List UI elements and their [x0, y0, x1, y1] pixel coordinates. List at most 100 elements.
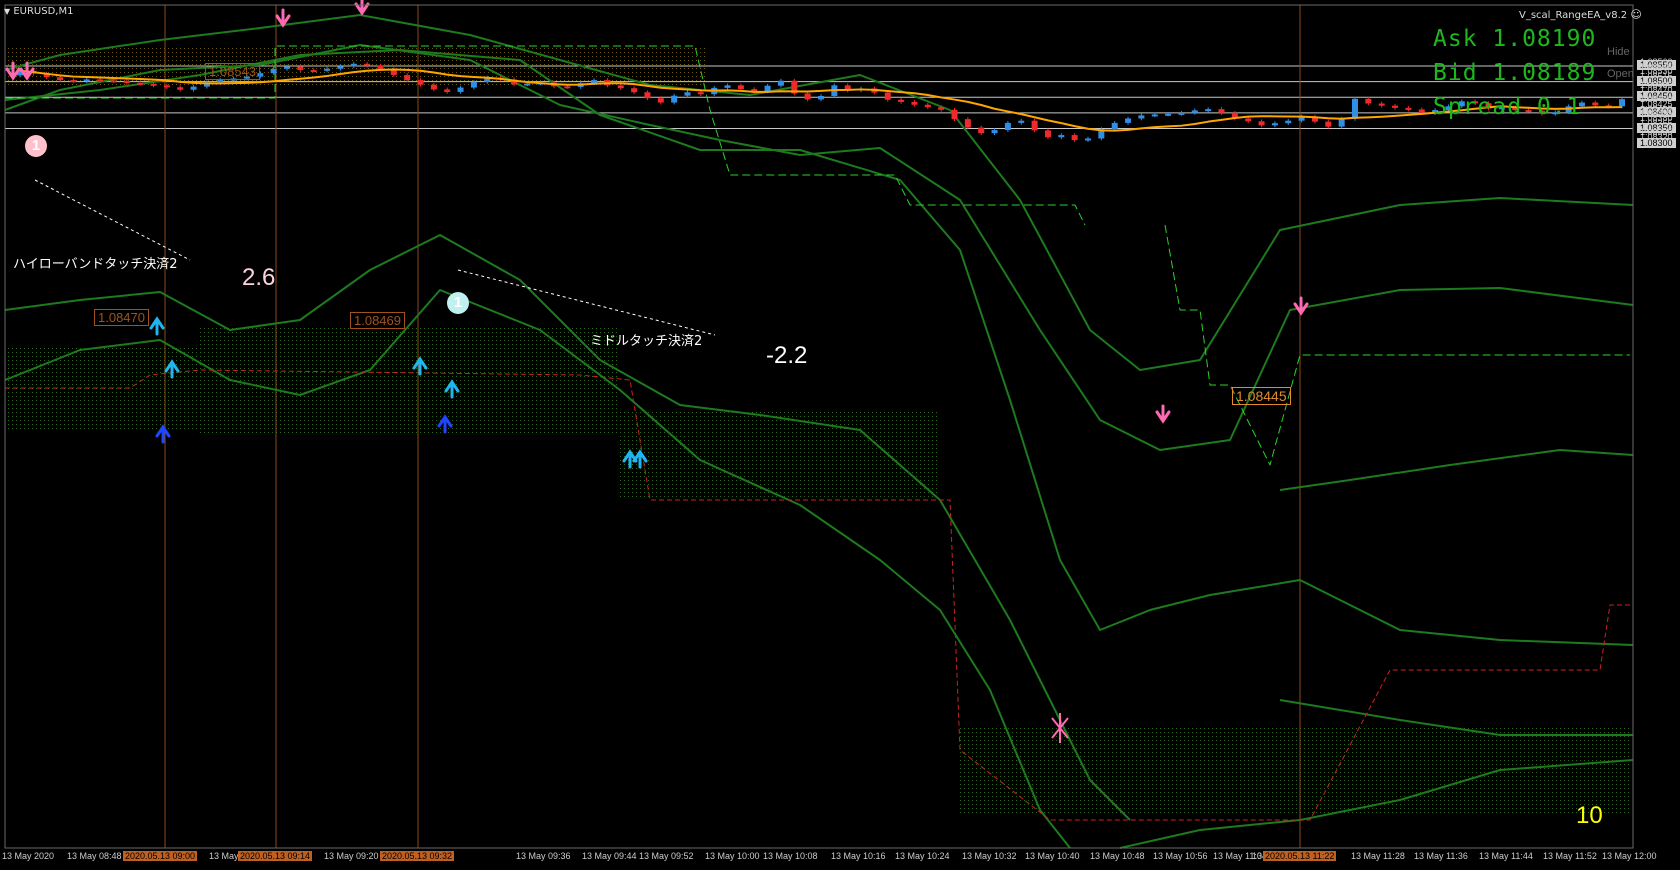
hide-button[interactable]: Hide — [1607, 46, 1630, 58]
candle-body — [404, 75, 411, 81]
mt4-chart-window[interactable]: ▼ EURUSD,M1 V_scal_RangeEA_v8.2 ☺ Ask 1.… — [0, 0, 1680, 870]
candle-body — [924, 104, 931, 108]
price-label: 1.08543 — [205, 63, 260, 80]
candle-body — [1592, 102, 1599, 106]
candle-body — [1405, 107, 1412, 110]
candle-body — [1138, 115, 1145, 119]
candle-body — [1619, 99, 1625, 107]
candle-body — [1125, 118, 1132, 123]
trade-line — [34, 179, 191, 261]
candle-body — [470, 81, 477, 88]
candle-body — [1018, 120, 1025, 123]
sell-arrow-icon — [354, 0, 370, 16]
bar-counter: 10 — [1576, 802, 1603, 829]
open-button[interactable]: Open — [1607, 68, 1634, 80]
time-tick-label: 13 May 10:56 — [1153, 851, 1208, 861]
time-tick-label: 13 May 08:48 — [67, 851, 122, 861]
candle-body — [524, 83, 531, 86]
candle-body — [123, 81, 130, 83]
candle-body — [777, 80, 784, 86]
candle-body — [70, 80, 77, 83]
middle-exit-label: ミドルタッチ決済2 — [590, 334, 703, 349]
time-tick-label: 2020.05.13 11:22 — [1263, 851, 1337, 861]
candle-body — [991, 130, 998, 134]
time-tick-label: 13 May 10:32 — [962, 851, 1017, 861]
candle-body — [818, 96, 824, 100]
time-tick-label: 13 May 10:24 — [895, 851, 950, 861]
candle-body — [110, 80, 117, 83]
candle-body — [1031, 120, 1038, 131]
price-chart[interactable] — [0, 0, 1680, 870]
buy-arrow-icon — [149, 316, 165, 336]
chart-menu-icon[interactable]: ▼ — [4, 7, 10, 16]
time-tick-label: 13 May 09:44 — [582, 851, 637, 861]
candle-body — [364, 63, 371, 66]
candle-body — [350, 63, 357, 67]
time-tick-label: 13 May 10:16 — [831, 851, 886, 861]
candle-body — [764, 85, 771, 92]
order-marker-buy[interactable]: 1 — [447, 292, 469, 314]
time-tick-label: 13 May 10:48 — [1090, 851, 1145, 861]
time-tick-label: 2020.05.13 09:32 — [380, 851, 455, 861]
time-tick-label: 13 May 11:36 — [1414, 851, 1468, 861]
candle-body — [137, 82, 144, 85]
candle-body — [310, 70, 317, 73]
price-tick-label: 1.08300 — [1637, 138, 1676, 149]
candle-body — [163, 85, 170, 88]
candle-body — [898, 99, 905, 102]
candle-body — [444, 89, 451, 92]
candle-body — [1258, 121, 1265, 126]
candle-body — [1418, 109, 1425, 114]
ea-smiley-icon[interactable]: ☺ — [1630, 8, 1641, 21]
time-tick-label: 13 May 10:40 — [1025, 851, 1080, 861]
candle-body — [324, 68, 331, 71]
candle-body — [1058, 135, 1065, 138]
candle-body — [1218, 109, 1225, 113]
time-tick-label: 13 May 11:52 — [1543, 851, 1597, 861]
candle-body — [1338, 118, 1345, 127]
candle-body — [671, 95, 678, 103]
candle-body — [684, 92, 691, 96]
range-zone — [620, 410, 940, 500]
candle-body — [1111, 122, 1118, 130]
candle-body — [697, 92, 704, 95]
hilo-exit-label: ハイローバンドタッチ決済2 — [13, 257, 178, 272]
profit-label: -2.2 — [766, 342, 808, 369]
bid-quote: Bid 1.08189 — [1433, 60, 1597, 86]
candle-body — [1352, 98, 1358, 119]
candle-body — [644, 92, 651, 99]
candle-body — [978, 127, 985, 134]
candle-body — [804, 93, 811, 100]
candle-body — [564, 86, 571, 89]
candle-body — [1004, 122, 1011, 131]
chart-title: ▼ EURUSD,M1 — [4, 6, 74, 17]
candle-body — [1245, 118, 1252, 122]
candle-body — [884, 92, 891, 100]
spread-quote: Spread 0.1 — [1433, 94, 1582, 120]
candle-body — [284, 66, 290, 69]
candle-body — [297, 66, 304, 71]
order-marker-sell[interactable]: 1 — [25, 135, 47, 157]
time-tick-label: 13 May 10:00 — [705, 851, 760, 861]
candle-body — [1365, 98, 1372, 104]
profit-label: 2.6 — [242, 264, 276, 291]
candle-body — [83, 79, 90, 82]
candle-body — [57, 77, 64, 81]
candle-body — [1151, 114, 1158, 117]
candle-body — [617, 85, 624, 89]
sell-arrow-icon — [275, 8, 291, 28]
ask-quote: Ask 1.08190 — [1433, 26, 1597, 52]
candle-body — [1325, 121, 1332, 127]
candle-body — [1392, 105, 1399, 108]
sell-arrow-icon — [1293, 296, 1309, 316]
candle-body — [217, 79, 224, 83]
time-tick-label: 13 May 11:44 — [1479, 851, 1533, 861]
candle-body — [1205, 109, 1212, 112]
time-tick-label: 13 May 12:00 — [1602, 851, 1657, 861]
candle-body — [951, 109, 958, 120]
candle-body — [430, 84, 437, 90]
candle-body — [1044, 130, 1051, 138]
candle-body — [97, 79, 104, 82]
candle-body — [417, 80, 424, 85]
candle-body — [150, 83, 157, 86]
